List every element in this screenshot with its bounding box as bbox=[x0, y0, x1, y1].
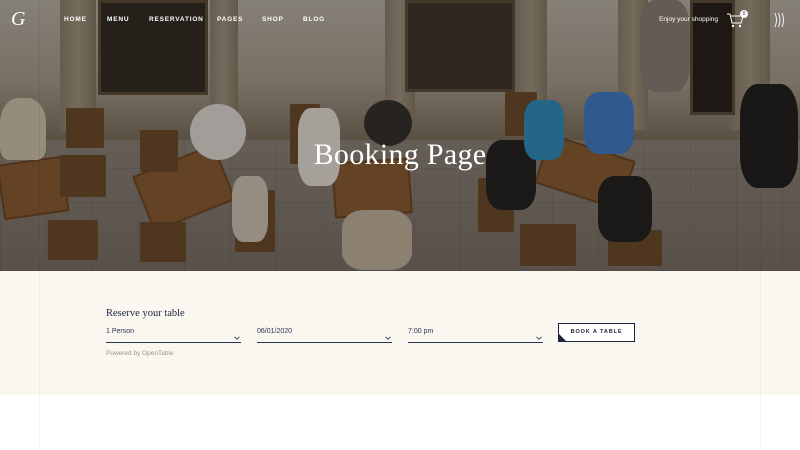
reservation-title: Reserve your table bbox=[106, 308, 185, 319]
chevron-down-icon bbox=[385, 328, 391, 340]
button-corner-accent bbox=[559, 334, 566, 341]
nav-item-pages[interactable]: PAGES bbox=[217, 16, 243, 23]
date-select[interactable]: 06/01/2020 bbox=[257, 323, 392, 343]
powered-by-text: Powered by OpenTable bbox=[106, 350, 174, 357]
time-select[interactable]: 7:00 pm bbox=[408, 323, 543, 343]
nav-item-reservation[interactable]: RESERVATION bbox=[149, 16, 204, 23]
chevron-down-icon bbox=[234, 328, 240, 340]
chevron-down-icon bbox=[536, 328, 542, 340]
nav-item-home[interactable]: HOME bbox=[64, 16, 87, 23]
book-table-label: BOOK A TABLE bbox=[570, 329, 623, 335]
shop-tagline[interactable]: Enjoy your shopping bbox=[659, 16, 718, 23]
party-size-value: 1 Person bbox=[106, 328, 135, 335]
grid-line bbox=[39, 0, 40, 450]
grid-line bbox=[760, 0, 761, 450]
menu-icon[interactable] bbox=[772, 12, 786, 28]
cart-count-badge: 0 bbox=[740, 10, 748, 18]
site-logo[interactable]: G bbox=[11, 8, 25, 31]
hero-overlay bbox=[0, 0, 800, 271]
nav-right: Enjoy your shopping 0 bbox=[588, 10, 788, 30]
party-size-select[interactable]: 1 Person bbox=[106, 323, 241, 343]
hero-banner: Booking Page bbox=[0, 0, 800, 271]
page-title: Booking Page bbox=[313, 138, 487, 171]
time-value: 7:00 pm bbox=[408, 328, 434, 335]
nav-item-menu[interactable]: MENU bbox=[107, 16, 129, 23]
date-value: 06/01/2020 bbox=[257, 328, 293, 335]
nav-item-shop[interactable]: SHOP bbox=[262, 16, 284, 23]
book-table-button[interactable]: BOOK A TABLE bbox=[558, 323, 635, 342]
reservation-section: Reserve your table 1 Person 06/01/2020 7… bbox=[0, 271, 800, 395]
nav-item-blog[interactable]: BLOG bbox=[303, 16, 325, 23]
